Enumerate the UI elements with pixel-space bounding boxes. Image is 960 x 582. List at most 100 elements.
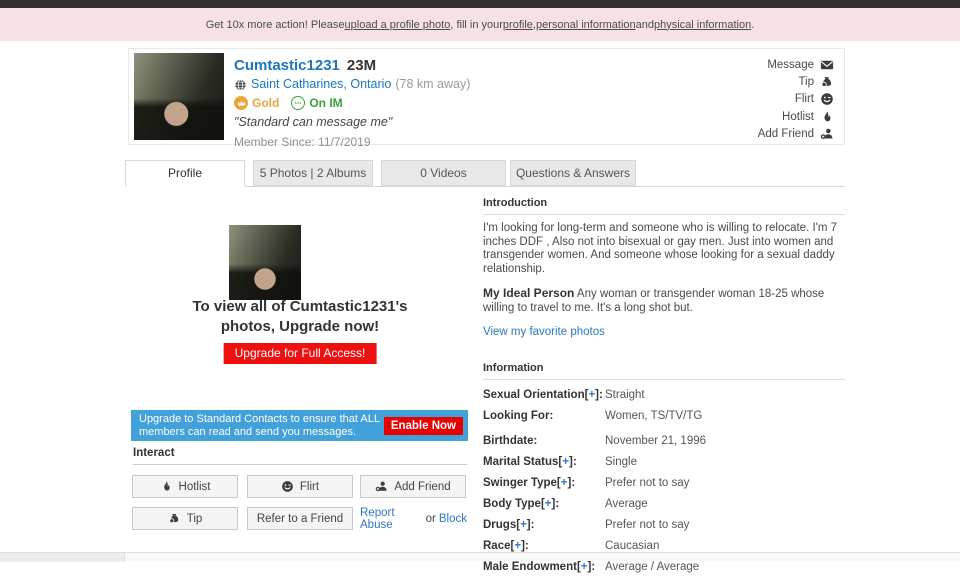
upload-photo-link[interactable]: upload a profile photo (345, 19, 451, 31)
info-label: Swinger Type[+]: (483, 477, 605, 490)
banner-text: , fill in your (450, 19, 503, 31)
refer-friend-button-label: Refer to a Friend (257, 513, 343, 525)
expand-marker[interactable]: [+] (511, 540, 525, 552)
wink-smiley-icon (820, 92, 834, 106)
envelope-icon (820, 58, 834, 72)
upgrade-full-access-button[interactable]: Upgrade for Full Access! (224, 343, 377, 364)
hotlist-button[interactable]: Hotlist (132, 475, 238, 498)
im-status-badge: On IM (309, 96, 342, 110)
wink-smiley-icon (281, 480, 295, 494)
banner-text: Get 10x more action! Please (206, 19, 345, 31)
add-friend-button[interactable]: Add Friend (360, 475, 466, 498)
interact-heading: Interact (133, 447, 467, 465)
block-link[interactable]: Block (439, 513, 467, 525)
add-friend-icon (375, 480, 389, 494)
info-value: Prefer not to say (605, 477, 689, 490)
add-friend-label: Add Friend (758, 128, 814, 140)
flirt-action[interactable]: Flirt (758, 91, 834, 108)
info-label: Sexual Orientation[+]: (483, 389, 605, 402)
information-heading: Information (483, 362, 845, 380)
tip-label: Tip (798, 76, 814, 88)
profile-actions: Message Tip Flirt Hotlist Add Friend (758, 56, 834, 143)
personal-information-link[interactable]: personal information (536, 19, 636, 31)
status-badges-row: Gold On IM (234, 96, 470, 110)
username-row: Cumtastic1231 23M (234, 57, 470, 74)
tip-action[interactable]: Tip (758, 73, 834, 90)
tab-videos[interactable]: 0 Videos (381, 160, 506, 186)
flirt-button-label: Flirt (300, 481, 319, 493)
location-row: Saint Catharines, Ontario (78 km away) (234, 77, 470, 91)
info-label: Looking For: (483, 410, 605, 423)
ideal-person-text: My Ideal Person Any woman or transgender… (483, 287, 845, 315)
money-bag-icon (820, 75, 834, 89)
age-sex: 23M (347, 57, 376, 74)
expand-marker[interactable]: [+] (541, 498, 555, 510)
hotlist-label: Hotlist (782, 111, 814, 123)
tip-button[interactable]: Tip (132, 507, 238, 530)
physical-information-link[interactable]: physical information (654, 19, 751, 31)
info-row: Looking For:Women, TS/TV/TG (483, 410, 845, 423)
introduction-text: I'm looking for long-term and someone wh… (483, 222, 845, 276)
locked-photo-thumbnail[interactable] (229, 225, 301, 300)
tab-questions-answers[interactable]: Questions & Answers (510, 160, 636, 186)
flame-icon (820, 110, 834, 124)
member-since: Member Since: 11/7/2019 (234, 135, 470, 149)
expand-marker[interactable]: [+] (558, 456, 572, 468)
info-row: Swinger Type[+]:Prefer not to say (483, 477, 845, 490)
distance-text: (78 km away) (395, 77, 470, 91)
report-block-links: Report Abuse or Block (360, 507, 467, 530)
info-value: Prefer not to say (605, 519, 689, 532)
add-friend-icon (820, 127, 834, 141)
info-value: November 21, 1996 (605, 435, 706, 448)
username-link[interactable]: Cumtastic1231 (234, 57, 340, 74)
expand-marker[interactable]: [+] (557, 477, 571, 489)
membership-badge: Gold (252, 96, 279, 110)
tab-photos-albums[interactable]: 5 Photos | 2 Albums (253, 160, 373, 186)
window-top-bar (0, 0, 960, 8)
expand-marker[interactable]: [+] (577, 561, 591, 573)
upgrade-caption: To view all of Cumtastic1231's photos, U… (133, 297, 467, 337)
footer-strip (0, 552, 960, 561)
report-abuse-link[interactable]: Report Abuse (360, 507, 423, 531)
enable-now-button[interactable]: Enable Now (384, 417, 463, 435)
left-column: To view all of Cumtastic1231's photos, U… (133, 195, 467, 535)
banner-text: . (751, 19, 754, 31)
tab-profile[interactable]: Profile (125, 160, 245, 187)
promo-banner: Get 10x more action! Please upload a pro… (0, 8, 960, 41)
message-action[interactable]: Message (758, 56, 834, 73)
money-bag-icon (168, 512, 182, 526)
favorite-photos-link[interactable]: View my favorite photos (483, 326, 845, 338)
info-row: Male Endowment[+]:Average / Average (483, 561, 845, 574)
info-row: Birthdate:November 21, 1996 (483, 435, 845, 448)
flirt-button[interactable]: Flirt (247, 475, 353, 498)
location-link[interactable]: Saint Catharines, Ontario (251, 77, 391, 91)
info-value: Average (605, 498, 648, 511)
info-label: Drugs[+]: (483, 519, 605, 532)
info-value: Women, TS/TV/TG (605, 410, 702, 423)
profile-photo[interactable] (134, 53, 224, 140)
expand-marker[interactable]: [+] (516, 519, 530, 531)
info-value: Average / Average (605, 561, 699, 574)
message-label: Message (767, 59, 814, 71)
tip-button-label: Tip (187, 513, 203, 525)
information-rows: Sexual Orientation[+]:StraightLooking Fo… (483, 389, 845, 574)
banner-text: and (636, 19, 654, 31)
introduction-heading: Introduction (483, 197, 845, 215)
info-value: Straight (605, 389, 645, 402)
profile-summary: Cumtastic1231 23M Saint Catharines, Ontar… (234, 57, 470, 149)
info-row: Marital Status[+]:Single (483, 456, 845, 469)
profile-link[interactable]: profile (503, 19, 533, 31)
hotlist-action[interactable]: Hotlist (758, 108, 834, 125)
right-column: Introduction I'm looking for long-term a… (483, 197, 845, 582)
add-friend-action[interactable]: Add Friend (758, 126, 834, 143)
globe-icon (234, 78, 247, 91)
profile-header-card: Cumtastic1231 23M Saint Catharines, Ontar… (128, 48, 845, 145)
expand-marker[interactable]: [+] (585, 389, 599, 401)
gold-crown-icon (234, 96, 248, 110)
refer-friend-button[interactable]: Refer to a Friend (247, 507, 353, 530)
info-label: Marital Status[+]: (483, 456, 605, 469)
profile-quote: "Standard can message me" (234, 115, 470, 129)
hotlist-button-label: Hotlist (179, 481, 211, 493)
notice-text: Upgrade to Standard Contacts to ensure t… (139, 413, 384, 439)
info-row: Sexual Orientation[+]:Straight (483, 389, 845, 402)
